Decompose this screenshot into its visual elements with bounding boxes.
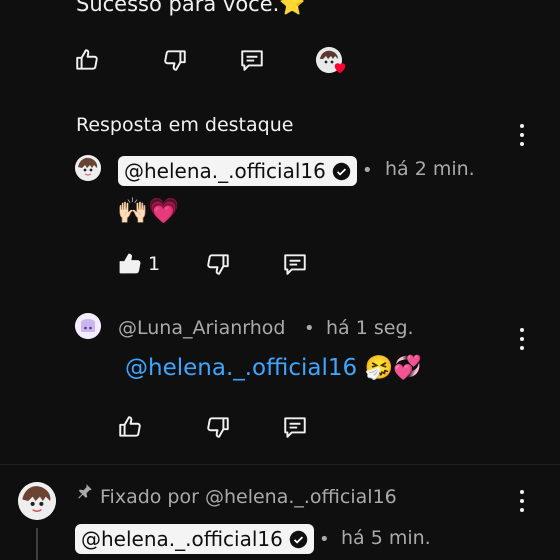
verified-icon <box>332 162 351 180</box>
mention-link[interactable]: @helena._.official16 <box>125 355 357 381</box>
like-count: 1 <box>148 253 161 275</box>
reply-icon[interactable] <box>282 414 308 440</box>
like-icon[interactable] <box>117 414 143 440</box>
avatar[interactable] <box>18 482 56 520</box>
more-options-icon[interactable] <box>519 490 525 512</box>
author-chip[interactable]: @helena._.official16 <box>118 156 357 186</box>
divider <box>0 464 560 465</box>
thread-line <box>36 528 38 560</box>
author-name[interactable]: @Luna_Arianrhod <box>118 317 285 339</box>
dislike-icon[interactable] <box>162 47 188 73</box>
more-options-icon[interactable] <box>519 328 525 350</box>
timestamp: há 1 seg. <box>326 317 414 339</box>
separator-dot: • <box>362 160 373 181</box>
avatar[interactable] <box>75 155 101 181</box>
reply-icon[interactable] <box>239 47 265 73</box>
dislike-icon[interactable] <box>205 251 231 277</box>
dislike-icon[interactable] <box>205 414 231 440</box>
author-name: @helena._.official16 <box>124 159 326 183</box>
like-icon[interactable] <box>117 251 143 277</box>
comment-text: @helena._.official16 🤧💞 <box>125 354 422 381</box>
reply-icon[interactable] <box>282 251 308 277</box>
heart-icon <box>333 60 347 74</box>
verified-icon <box>289 530 308 548</box>
timestamp: há 2 min. <box>385 158 475 180</box>
highlighted-reply-label: Resposta em destaque <box>76 114 294 136</box>
comment-text: 🙌🏻💗 <box>117 196 180 225</box>
comment-text: Sucesso para você.⭐ <box>76 0 306 16</box>
pinned-label: Fixado por @helena._.official16 <box>100 486 397 508</box>
timestamp: há 5 min. <box>341 527 431 549</box>
more-options-icon[interactable] <box>519 124 525 146</box>
author-name: @helena._.official16 <box>81 527 283 551</box>
author-chip[interactable]: @helena._.official16 <box>75 524 314 554</box>
comment-emoji: 🤧💞 <box>364 355 422 381</box>
pin-icon <box>76 482 94 500</box>
avatar[interactable] <box>75 313 101 339</box>
like-icon[interactable] <box>74 47 100 73</box>
separator-dot: • <box>304 318 315 339</box>
separator-dot: • <box>319 529 330 550</box>
